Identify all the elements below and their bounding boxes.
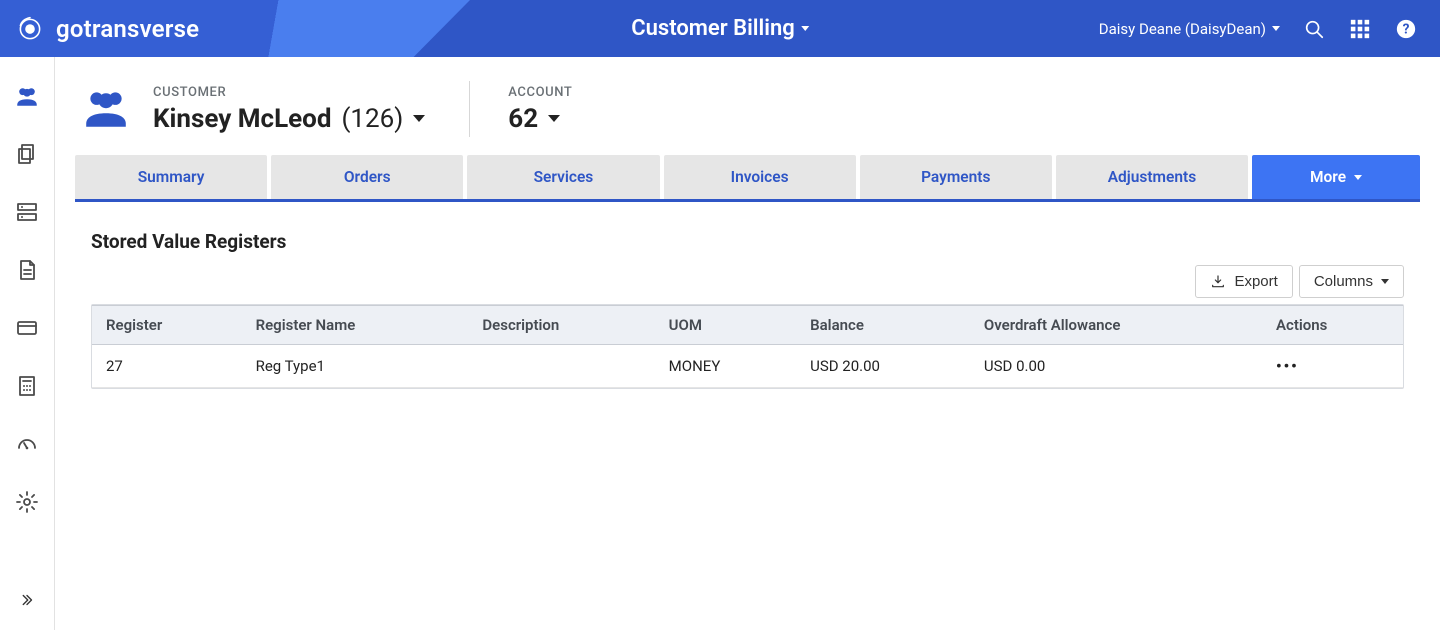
credit-card-icon (15, 316, 39, 340)
download-icon (1210, 274, 1226, 290)
col-register[interactable]: Register (92, 306, 242, 345)
tab-label: More (1310, 168, 1346, 186)
chevron-down-icon (1272, 26, 1280, 31)
tab-orders[interactable]: Orders (271, 155, 463, 199)
brand-logo-icon (16, 15, 44, 43)
sidebar-item-calculator[interactable] (0, 357, 55, 415)
account-selector[interactable]: 62 (508, 104, 572, 134)
table-row[interactable]: 27 Reg Type1 MONEY USD 20.00 USD 0.00 ••… (92, 345, 1403, 388)
registers-table: Register Register Name Description UOM B… (92, 305, 1403, 388)
sidebar-item-card[interactable] (0, 299, 55, 357)
user-menu[interactable]: Daisy Deane (DaisyDean) (1099, 20, 1280, 38)
apps-grid-icon (1349, 18, 1371, 40)
gear-icon (15, 490, 39, 514)
document-icon (15, 258, 39, 282)
top-bar: gotransverse Customer Billing Daisy Dean… (0, 0, 1440, 57)
table-header-row: Register Register Name Description UOM B… (92, 306, 1403, 345)
apps-button[interactable] (1348, 17, 1372, 41)
col-overdraft[interactable]: Overdraft Allowance (970, 306, 1262, 345)
tab-label: Orders (344, 168, 391, 186)
chevron-down-icon (413, 115, 425, 122)
chevrons-right-icon (18, 591, 36, 609)
sidebar-item-customers[interactable] (0, 67, 55, 125)
export-label: Export (1234, 273, 1277, 290)
col-uom[interactable]: UOM (655, 306, 796, 345)
cell-overdraft: USD 0.00 (970, 345, 1262, 388)
users-icon (14, 83, 40, 109)
context-header: CUSTOMER Kinsey McLeod (126) ACCOUNT 62 (75, 57, 1420, 155)
columns-label: Columns (1314, 273, 1373, 290)
col-name[interactable]: Register Name (242, 306, 469, 345)
customer-name: Kinsey McLeod (153, 104, 332, 134)
brand-text: gotransverse (56, 15, 199, 43)
cell-desc (468, 345, 654, 388)
sidebar (0, 57, 55, 630)
row-actions-menu[interactable]: ••• (1276, 357, 1299, 375)
calculator-icon (15, 374, 39, 398)
divider (469, 81, 470, 137)
tab-more[interactable]: More (1252, 155, 1420, 199)
tab-bar: Summary Orders Services Invoices Payment… (75, 155, 1420, 202)
tab-label: Adjustments (1108, 168, 1197, 186)
svg-text:?: ? (1403, 21, 1410, 37)
brand-block: gotransverse (0, 0, 430, 57)
search-button[interactable] (1302, 17, 1326, 41)
gauge-icon (15, 432, 39, 456)
user-display-name: Daisy Deane (DaisyDean) (1099, 20, 1266, 38)
cell-register: 27 (92, 345, 242, 388)
tab-services[interactable]: Services (467, 155, 659, 199)
col-actions: Actions (1262, 306, 1403, 345)
tab-label: Services (534, 168, 594, 186)
tab-adjustments[interactable]: Adjustments (1056, 155, 1248, 199)
cell-uom: MONEY (655, 345, 796, 388)
customer-selector[interactable]: Kinsey McLeod (126) (153, 104, 425, 134)
export-button[interactable]: Export (1195, 265, 1292, 298)
sidebar-item-dashboard[interactable] (0, 415, 55, 473)
sidebar-item-servers[interactable] (0, 183, 55, 241)
customer-paren: (126) (342, 104, 404, 134)
tab-invoices[interactable]: Invoices (664, 155, 856, 199)
tab-label: Invoices (731, 168, 789, 186)
table-toolbar: Export Columns (75, 265, 1420, 298)
main-panel: CUSTOMER Kinsey McLeod (126) ACCOUNT 62 (55, 57, 1440, 630)
tab-label: Payments (921, 168, 990, 186)
chevron-down-icon (1354, 175, 1362, 180)
col-desc[interactable]: Description (468, 306, 654, 345)
tab-payments[interactable]: Payments (860, 155, 1052, 199)
sidebar-item-copy[interactable] (0, 125, 55, 183)
columns-button[interactable]: Columns (1299, 265, 1404, 298)
search-icon (1303, 18, 1325, 40)
sidebar-item-settings[interactable] (0, 473, 55, 531)
help-button[interactable]: ? (1394, 17, 1418, 41)
module-switcher[interactable]: Customer Billing (631, 16, 809, 41)
chevron-down-icon (801, 26, 809, 31)
chevron-down-icon (1381, 279, 1389, 284)
customer-icon (81, 82, 131, 136)
server-icon (15, 200, 39, 224)
section-title: Stored Value Registers (91, 230, 1420, 253)
account-value: 62 (508, 104, 538, 134)
cell-balance: USD 20.00 (796, 345, 970, 388)
tab-label: Summary (138, 168, 205, 186)
copy-icon (15, 142, 39, 166)
help-icon: ? (1395, 18, 1417, 40)
registers-table-wrap: Register Register Name Description UOM B… (91, 304, 1404, 389)
sidebar-item-document[interactable] (0, 241, 55, 299)
tab-summary[interactable]: Summary (75, 155, 267, 199)
sidebar-expand-toggle[interactable] (0, 580, 55, 620)
customer-eyebrow: CUSTOMER (153, 85, 425, 100)
module-title: Customer Billing (631, 16, 795, 41)
cell-name: Reg Type1 (242, 345, 469, 388)
col-balance[interactable]: Balance (796, 306, 970, 345)
account-eyebrow: ACCOUNT (508, 85, 572, 100)
chevron-down-icon (548, 115, 560, 122)
